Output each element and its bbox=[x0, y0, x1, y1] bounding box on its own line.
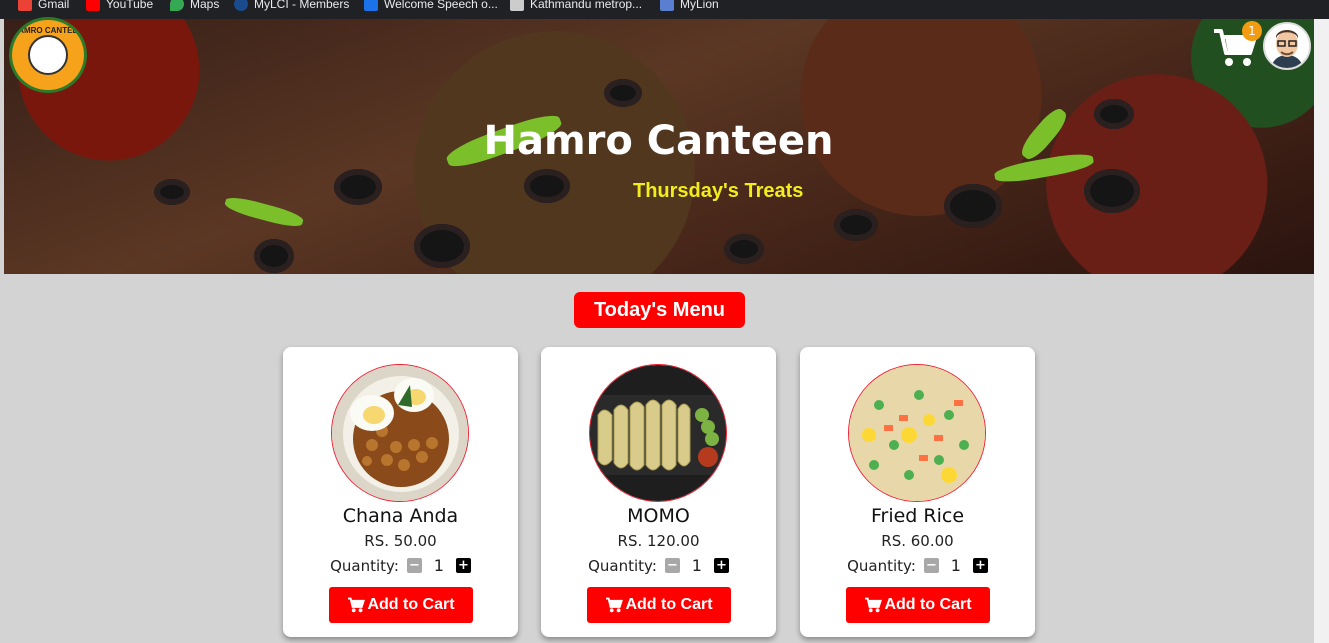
increase-quantity-button[interactable]: + bbox=[713, 558, 729, 573]
bookmark-label: Gmail bbox=[38, 0, 70, 11]
bookmark-label: Kathmandu metrop... bbox=[530, 0, 643, 11]
bookmark-mylci[interactable]: MyLCI - Members bbox=[234, 0, 349, 13]
bookmark-welcome-speech[interactable]: Welcome Speech o... bbox=[364, 0, 498, 13]
avatar-icon bbox=[1265, 24, 1309, 68]
quantity-value: 1 bbox=[433, 556, 444, 575]
bookmark-label: MyLCI - Members bbox=[254, 0, 350, 11]
quantity-stepper: Quantity: − 1 + bbox=[541, 556, 776, 575]
add-to-cart-label: Add to Cart bbox=[367, 596, 455, 613]
item-name: Chana Anda bbox=[342, 505, 459, 527]
bookmark-youtube[interactable]: YouTube bbox=[86, 0, 153, 13]
quantity-stepper: Quantity: − 1 + bbox=[800, 556, 1035, 575]
add-to-cart-button[interactable]: Add to Cart bbox=[846, 587, 990, 623]
bookmark-label: Welcome Speech o... bbox=[384, 0, 498, 11]
chana-anda-image bbox=[331, 364, 469, 502]
add-to-cart-button[interactable]: Add to Cart bbox=[329, 587, 473, 623]
logo-text: HAMRO CANTEEN bbox=[12, 26, 84, 35]
bookmarks-bar: Gmail YouTube Maps MyLCI - Members Welco… bbox=[0, 0, 1329, 19]
momo-image bbox=[589, 364, 727, 502]
menu-card-fried-rice: Fried Rice RS. 60.00 Quantity: − 1 + Add… bbox=[800, 347, 1035, 637]
decrease-quantity-button[interactable]: − bbox=[923, 558, 939, 573]
maps-icon bbox=[170, 0, 184, 11]
lions-icon bbox=[234, 0, 248, 11]
bookmark-kathmandu[interactable]: Kathmandu metrop... bbox=[510, 0, 642, 13]
cart-count-badge: 1 bbox=[1242, 21, 1262, 41]
page-title: Hamro Canteen bbox=[483, 118, 834, 164]
quantity-stepper: Quantity: − 1 + bbox=[283, 556, 518, 575]
menu-card-chana-anda: Chana Anda RS. 50.00 Quantity: − 1 + Add… bbox=[283, 347, 518, 637]
item-price: RS. 120.00 bbox=[617, 532, 700, 550]
doc-icon bbox=[364, 0, 378, 11]
page-subtitle: Thursday's Treats bbox=[633, 180, 804, 202]
decrease-quantity-button[interactable]: − bbox=[664, 558, 680, 573]
quantity-value: 1 bbox=[950, 556, 961, 575]
item-price: RS. 50.00 bbox=[364, 532, 437, 550]
cart-icon bbox=[865, 597, 883, 613]
decrease-quantity-button[interactable]: − bbox=[406, 558, 422, 573]
item-name: Fried Rice bbox=[870, 505, 965, 527]
kmc-icon bbox=[510, 0, 524, 11]
increase-quantity-button[interactable]: + bbox=[455, 558, 471, 573]
bookmark-maps[interactable]: Maps bbox=[170, 0, 219, 13]
menu-card-momo: MOMO RS. 120.00 Quantity: − 1 + Add to C… bbox=[541, 347, 776, 637]
quantity-label: Quantity: bbox=[847, 556, 916, 575]
user-avatar[interactable] bbox=[1263, 22, 1311, 70]
item-name: MOMO bbox=[627, 505, 690, 527]
site-logo[interactable]: HAMRO CANTEEN bbox=[9, 17, 87, 93]
add-to-cart-label: Add to Cart bbox=[625, 596, 713, 613]
mylion-icon bbox=[660, 0, 674, 11]
quantity-value: 1 bbox=[691, 556, 702, 575]
bookmark-gmail[interactable]: Gmail bbox=[18, 0, 69, 13]
todays-menu-heading: Today's Menu bbox=[574, 292, 745, 328]
chef-icon bbox=[28, 35, 68, 75]
bookmark-label: Maps bbox=[190, 0, 220, 11]
add-to-cart-label: Add to Cart bbox=[884, 596, 972, 613]
item-price: RS. 60.00 bbox=[881, 532, 954, 550]
cart-icon bbox=[606, 597, 624, 613]
fried-rice-image bbox=[848, 364, 986, 502]
youtube-icon bbox=[86, 0, 100, 11]
increase-quantity-button[interactable]: + bbox=[972, 558, 988, 573]
quantity-label: Quantity: bbox=[588, 556, 657, 575]
scrollbar[interactable] bbox=[1314, 19, 1329, 643]
cart-icon bbox=[348, 597, 366, 613]
quantity-label: Quantity: bbox=[330, 556, 399, 575]
add-to-cart-button[interactable]: Add to Cart bbox=[587, 587, 731, 623]
gmail-icon bbox=[18, 0, 32, 11]
bookmark-mylion[interactable]: MyLion bbox=[660, 0, 719, 13]
bookmark-label: YouTube bbox=[106, 0, 154, 11]
bookmark-label: MyLion bbox=[680, 0, 719, 11]
